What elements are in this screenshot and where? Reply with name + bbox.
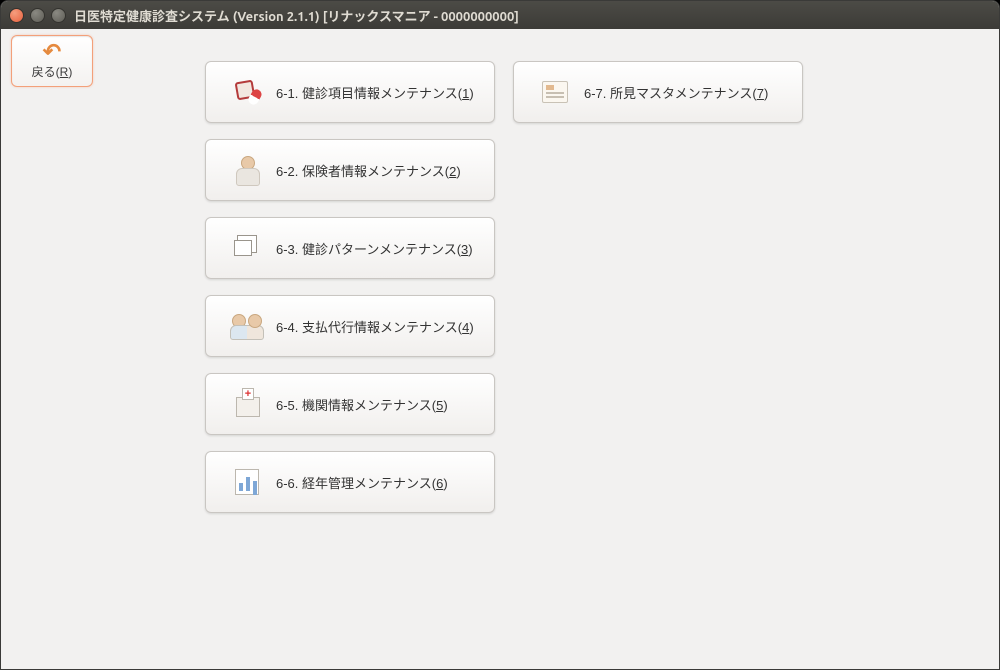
menu-item-6-1[interactable]: 6-1. 健診項目情報メンテナンス(1) [205, 61, 495, 123]
app-window: 日医特定健康診査システム (Version 2.1.1) [リナックスマニア -… [0, 0, 1000, 670]
person-icon [232, 155, 262, 185]
menu-item-label: 6-1. 健診項目情報メンテナンス(1) [276, 83, 474, 102]
menu-item-label: 6-7. 所見マスタメンテナンス(7) [584, 83, 768, 102]
menu-item-6-6[interactable]: 6-6. 経年管理メンテナンス(6) [205, 451, 495, 513]
menu-item-6-5[interactable]: 6-5. 機関情報メンテナンス(5) [205, 373, 495, 435]
windows-icon [232, 233, 262, 263]
menu-item-6-2[interactable]: 6-2. 保険者情報メンテナンス(2) [205, 139, 495, 201]
minimize-icon[interactable] [30, 8, 45, 23]
menu-column-left: 6-1. 健診項目情報メンテナンス(1) 6-2. 保険者情報メンテナンス(2)… [205, 61, 495, 513]
hospital-icon [232, 389, 262, 419]
window-title: 日医特定健康診査システム (Version 2.1.1) [リナックスマニア -… [74, 6, 519, 25]
menu-item-label: 6-6. 経年管理メンテナンス(6) [276, 473, 448, 492]
form-icon [540, 77, 570, 107]
titlebar: 日医特定健康診査システム (Version 2.1.1) [リナックスマニア -… [1, 1, 999, 29]
maximize-icon[interactable] [51, 8, 66, 23]
menu-area: 6-1. 健診項目情報メンテナンス(1) 6-2. 保険者情報メンテナンス(2)… [5, 35, 995, 513]
menu-item-6-4[interactable]: 6-4. 支払代行情報メンテナンス(4) [205, 295, 495, 357]
back-button[interactable]: ↶ 戻る(R) [11, 35, 93, 87]
meds-icon [232, 77, 262, 107]
chart-icon [232, 467, 262, 497]
window-controls [9, 8, 66, 23]
menu-item-label: 6-4. 支払代行情報メンテナンス(4) [276, 317, 474, 336]
client-area: ↶ 戻る(R) 6-1. 健診項目情報メンテナンス(1) 6-2. 保険者情報メ… [1, 29, 999, 669]
menu-column-right: 6-7. 所見マスタメンテナンス(7) [513, 61, 803, 513]
menu-item-label: 6-3. 健診パターンメンテナンス(3) [276, 239, 473, 258]
undo-icon: ↶ [43, 43, 61, 61]
close-icon[interactable] [9, 8, 24, 23]
menu-item-6-3[interactable]: 6-3. 健診パターンメンテナンス(3) [205, 217, 495, 279]
two-people-icon [232, 311, 262, 341]
back-button-label: 戻る(R) [32, 63, 73, 80]
menu-item-6-7[interactable]: 6-7. 所見マスタメンテナンス(7) [513, 61, 803, 123]
menu-item-label: 6-2. 保険者情報メンテナンス(2) [276, 161, 461, 180]
menu-item-label: 6-5. 機関情報メンテナンス(5) [276, 395, 448, 414]
